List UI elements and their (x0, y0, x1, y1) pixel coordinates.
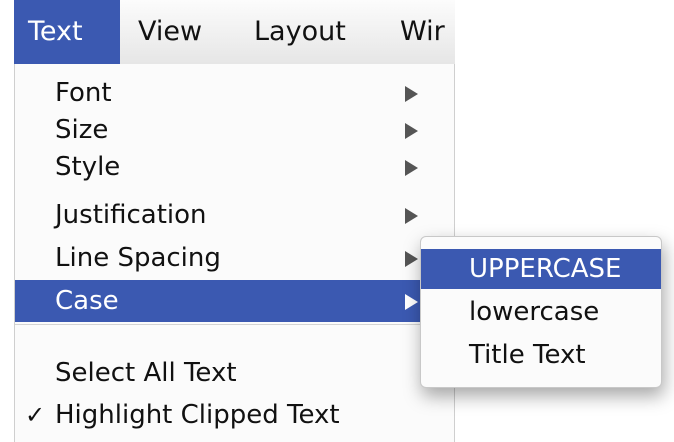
menu-item-label: Select All Text (55, 358, 237, 388)
menu-item-line-spacing[interactable]: Line Spacing (15, 237, 454, 279)
menu-item-justification[interactable]: Justification (15, 194, 454, 236)
submenu-arrow-icon (405, 208, 418, 224)
menu-item-label: Case (55, 286, 119, 316)
menu-item-size[interactable]: Size (15, 109, 454, 151)
menu-item-label: Justification (55, 200, 207, 230)
submenu-item-label: Title Text (469, 340, 586, 370)
screen: Text View Layout Wir Font Size Style Jus… (0, 0, 674, 442)
checkmark-icon: ✓ (25, 401, 46, 429)
menu-item-style[interactable]: Style (15, 146, 454, 188)
submenu-arrow-icon (405, 86, 418, 102)
menubar-item-layout[interactable]: Layout (254, 0, 346, 64)
submenu-item-title-text[interactable]: Title Text (421, 335, 661, 375)
menu-bar: Text View Layout Wir (14, 0, 455, 65)
submenu-arrow-icon (405, 294, 418, 310)
menubar-item-window[interactable]: Wir (400, 0, 445, 64)
menu-item-label: Font (55, 78, 112, 108)
menu-item-select-all-text[interactable]: Select All Text (15, 352, 454, 394)
submenu-arrow-icon (405, 251, 418, 267)
submenu-arrow-icon (405, 123, 418, 139)
submenu-item-uppercase[interactable]: UPPERCASE (421, 249, 661, 289)
submenu-item-label: lowercase (469, 297, 600, 327)
case-submenu: UPPERCASE lowercase Title Text (420, 236, 662, 388)
menu-item-label: Highlight Clipped Text (55, 400, 340, 430)
menu-item-label: Size (55, 115, 109, 145)
menu-item-label: Line Spacing (55, 243, 221, 273)
menu-item-case[interactable]: Case (15, 280, 454, 322)
menu-item-label: Style (55, 152, 121, 182)
menubar-item-text[interactable]: Text (14, 0, 120, 64)
submenu-item-lowercase[interactable]: lowercase (421, 292, 661, 332)
submenu-item-label: UPPERCASE (469, 254, 622, 284)
submenu-arrow-icon (405, 160, 418, 176)
menubar-item-view[interactable]: View (138, 0, 202, 64)
menu-item-font[interactable]: Font (15, 72, 454, 114)
text-menu: Font Size Style Justification Line Spaci… (14, 64, 455, 442)
menu-separator (15, 324, 454, 325)
menu-item-highlight-clipped-text[interactable]: ✓ Highlight Clipped Text (15, 394, 454, 436)
